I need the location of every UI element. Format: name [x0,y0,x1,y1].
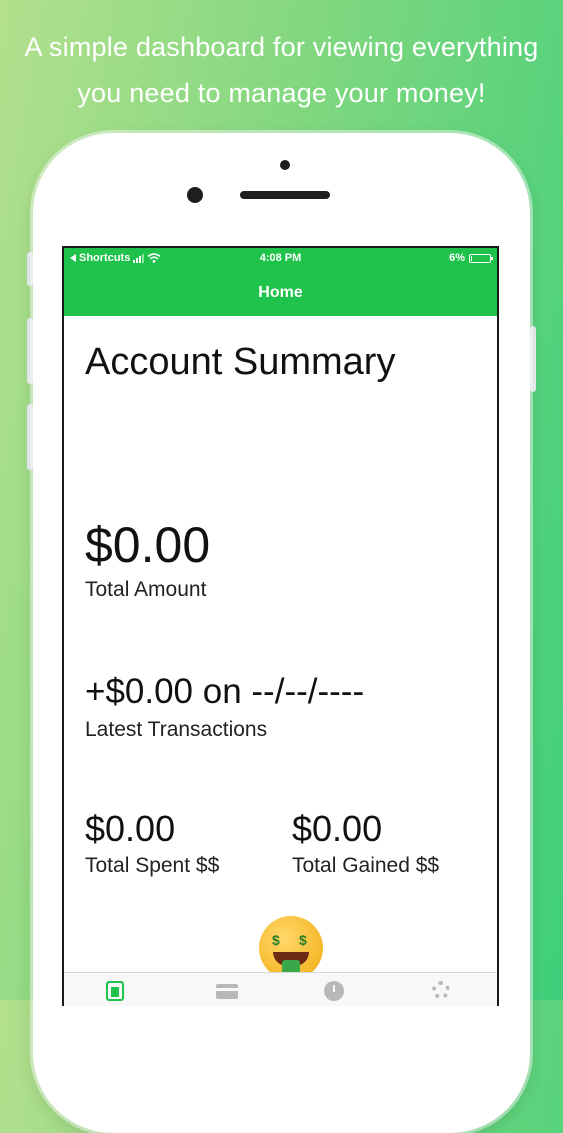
navigation-bar: Shortcuts 4:08 PM 6% Home [64,248,497,316]
money-mouth-face-icon: $ $ [259,916,323,980]
battery-icon [469,253,493,263]
status-bar: Shortcuts 4:08 PM 6% [64,252,497,268]
total-spent-block: $0.00 Total Spent $$ [85,808,219,878]
battery-percent: 6% [449,252,465,264]
app-screen: Shortcuts 4:08 PM 6% Home Account Summar… [62,246,499,1006]
clock-icon [324,981,344,1001]
latest-transaction-value: +$0.00 on --/--/---- [85,672,365,711]
gear-icon [432,981,450,999]
nav-title: Home [258,284,303,301]
total-spent-label: Total Spent $$ [85,854,220,877]
total-gained-block: $0.00 Total Gained $$ [292,808,439,878]
tab-bar [64,972,497,1006]
status-time: 4:08 PM [259,252,302,264]
tagline-line-1: A simple dashboard for viewing everythin… [24,32,539,62]
total-gained-label: Total Gained $$ [292,854,440,877]
proximity-sensor [280,160,290,170]
total-amount-label: Total Amount [85,578,207,601]
total-gained-value: $0.00 [292,808,383,849]
card-icon [216,984,238,999]
home-icon [106,981,124,1001]
phone-power-button [530,326,536,392]
tagline-line-2: you need to manage your money! [77,78,486,108]
latest-transaction-label: Latest Transactions [85,718,268,741]
earpiece-speaker [240,191,330,199]
total-spent-value: $0.00 [85,808,176,849]
marketing-tagline: A simple dashboard for viewing everythin… [0,24,563,116]
total-amount-value: $0.00 [85,517,211,573]
status-right: 6% [449,252,493,264]
page-title: Account Summary [85,341,396,383]
front-camera [187,187,203,203]
